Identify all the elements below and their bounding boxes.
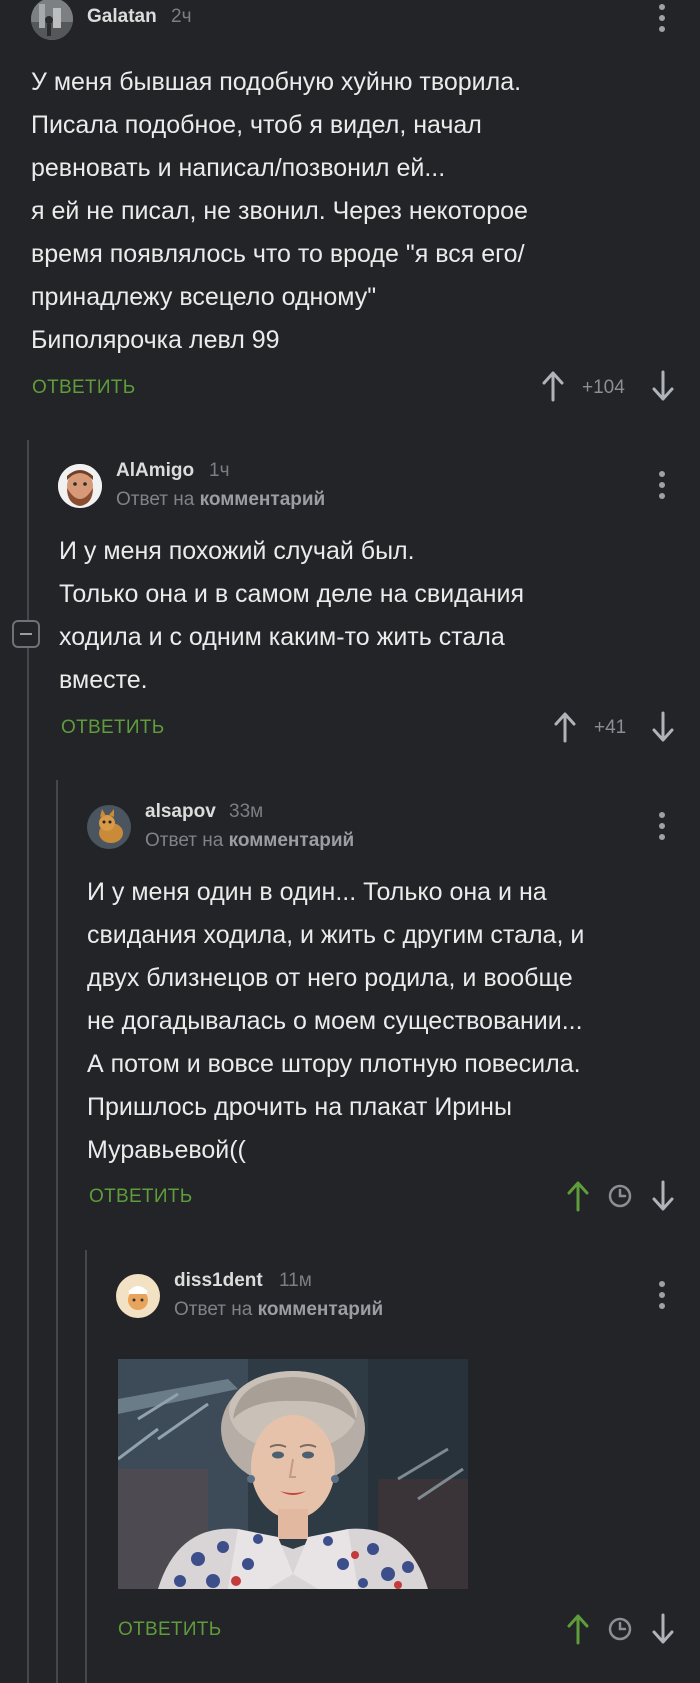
avatar[interactable]	[31, 0, 73, 40]
more-options-button[interactable]	[659, 1281, 665, 1314]
arrow-down-icon[interactable]	[651, 1180, 675, 1212]
comment-author[interactable]: alsapov	[145, 801, 216, 823]
comment-text: И у меня один в один... Только она и на …	[87, 878, 585, 1164]
reply-to-prefix: Ответ на	[174, 1299, 253, 1320]
arrow-up-icon[interactable]	[566, 1180, 590, 1212]
clock-icon	[608, 1617, 632, 1641]
comment-time: 1ч	[209, 460, 230, 481]
reply-to-prefix: Ответ на	[145, 830, 224, 851]
reply-to-link[interactable]: комментарий	[258, 1299, 384, 1320]
more-options-button[interactable]	[659, 812, 665, 845]
thread-line-level2	[56, 780, 58, 1683]
arrow-down-icon[interactable]	[651, 1613, 675, 1645]
arrow-up-icon[interactable]	[566, 1613, 590, 1645]
thread-line-level3	[85, 1250, 87, 1683]
arrow-down-icon[interactable]	[651, 711, 675, 743]
arrow-up-icon[interactable]	[541, 370, 565, 402]
reply-to-line: Ответ на комментарий	[174, 1299, 383, 1321]
vote-score: +41	[594, 717, 627, 738]
comment-text: И у меня похожий случай был. Только она …	[59, 537, 524, 694]
reply-button[interactable]: ОТВЕТИТЬ	[32, 377, 135, 399]
more-vertical-icon	[659, 4, 665, 32]
comment-author[interactable]: Galatan	[87, 6, 157, 28]
clock-icon	[608, 1184, 632, 1208]
comment-author[interactable]: AlAmigo	[116, 460, 194, 482]
reply-button[interactable]: ОТВЕТИТЬ	[61, 717, 164, 739]
more-vertical-icon	[659, 812, 665, 840]
comment-time: 33м	[229, 801, 264, 822]
comment-time: 2ч	[171, 6, 192, 27]
avatar[interactable]	[58, 464, 102, 508]
avatar[interactable]	[116, 1274, 160, 1318]
collapse-minus-icon	[20, 633, 32, 635]
vote-score: +104	[582, 377, 625, 398]
more-vertical-icon	[659, 1281, 665, 1309]
reply-to-prefix: Ответ на	[116, 489, 195, 510]
arrow-down-icon[interactable]	[651, 370, 675, 402]
reply-to-line: Ответ на комментарий	[116, 489, 325, 511]
arrow-up-icon[interactable]	[553, 711, 577, 743]
avatar[interactable]	[87, 805, 131, 849]
reply-button[interactable]: ОТВЕТИТЬ	[89, 1186, 192, 1208]
reply-to-line: Ответ на комментарий	[145, 830, 354, 852]
reply-to-link[interactable]: комментарий	[200, 489, 326, 510]
comment-author[interactable]: diss1dent	[174, 1270, 263, 1292]
comment-image[interactable]	[118, 1359, 468, 1589]
comment-text: У меня бывшая подобную хуйню творила. Пи…	[31, 68, 528, 354]
reply-button[interactable]: ОТВЕТИТЬ	[118, 1619, 221, 1641]
collapse-thread-button[interactable]	[12, 620, 40, 648]
more-vertical-icon	[659, 471, 665, 499]
more-options-button[interactable]	[659, 4, 665, 37]
more-options-button[interactable]	[659, 471, 665, 504]
reply-to-link[interactable]: комментарий	[229, 830, 355, 851]
comment-time: 11м	[279, 1270, 312, 1291]
